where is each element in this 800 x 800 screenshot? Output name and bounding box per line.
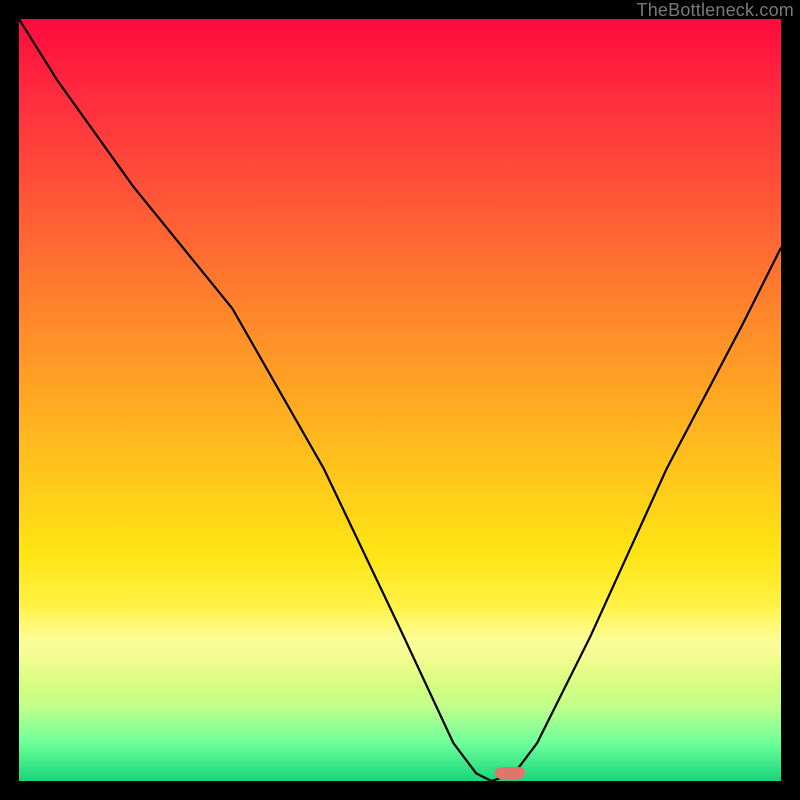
watermark-label: TheBottleneck.com xyxy=(637,0,794,21)
bottleneck-curve-path xyxy=(19,19,781,781)
chart-frame: TheBottleneck.com xyxy=(0,0,800,800)
chart-plot-area xyxy=(19,19,781,781)
bottleneck-curve xyxy=(19,19,781,781)
optimum-marker xyxy=(495,767,525,779)
